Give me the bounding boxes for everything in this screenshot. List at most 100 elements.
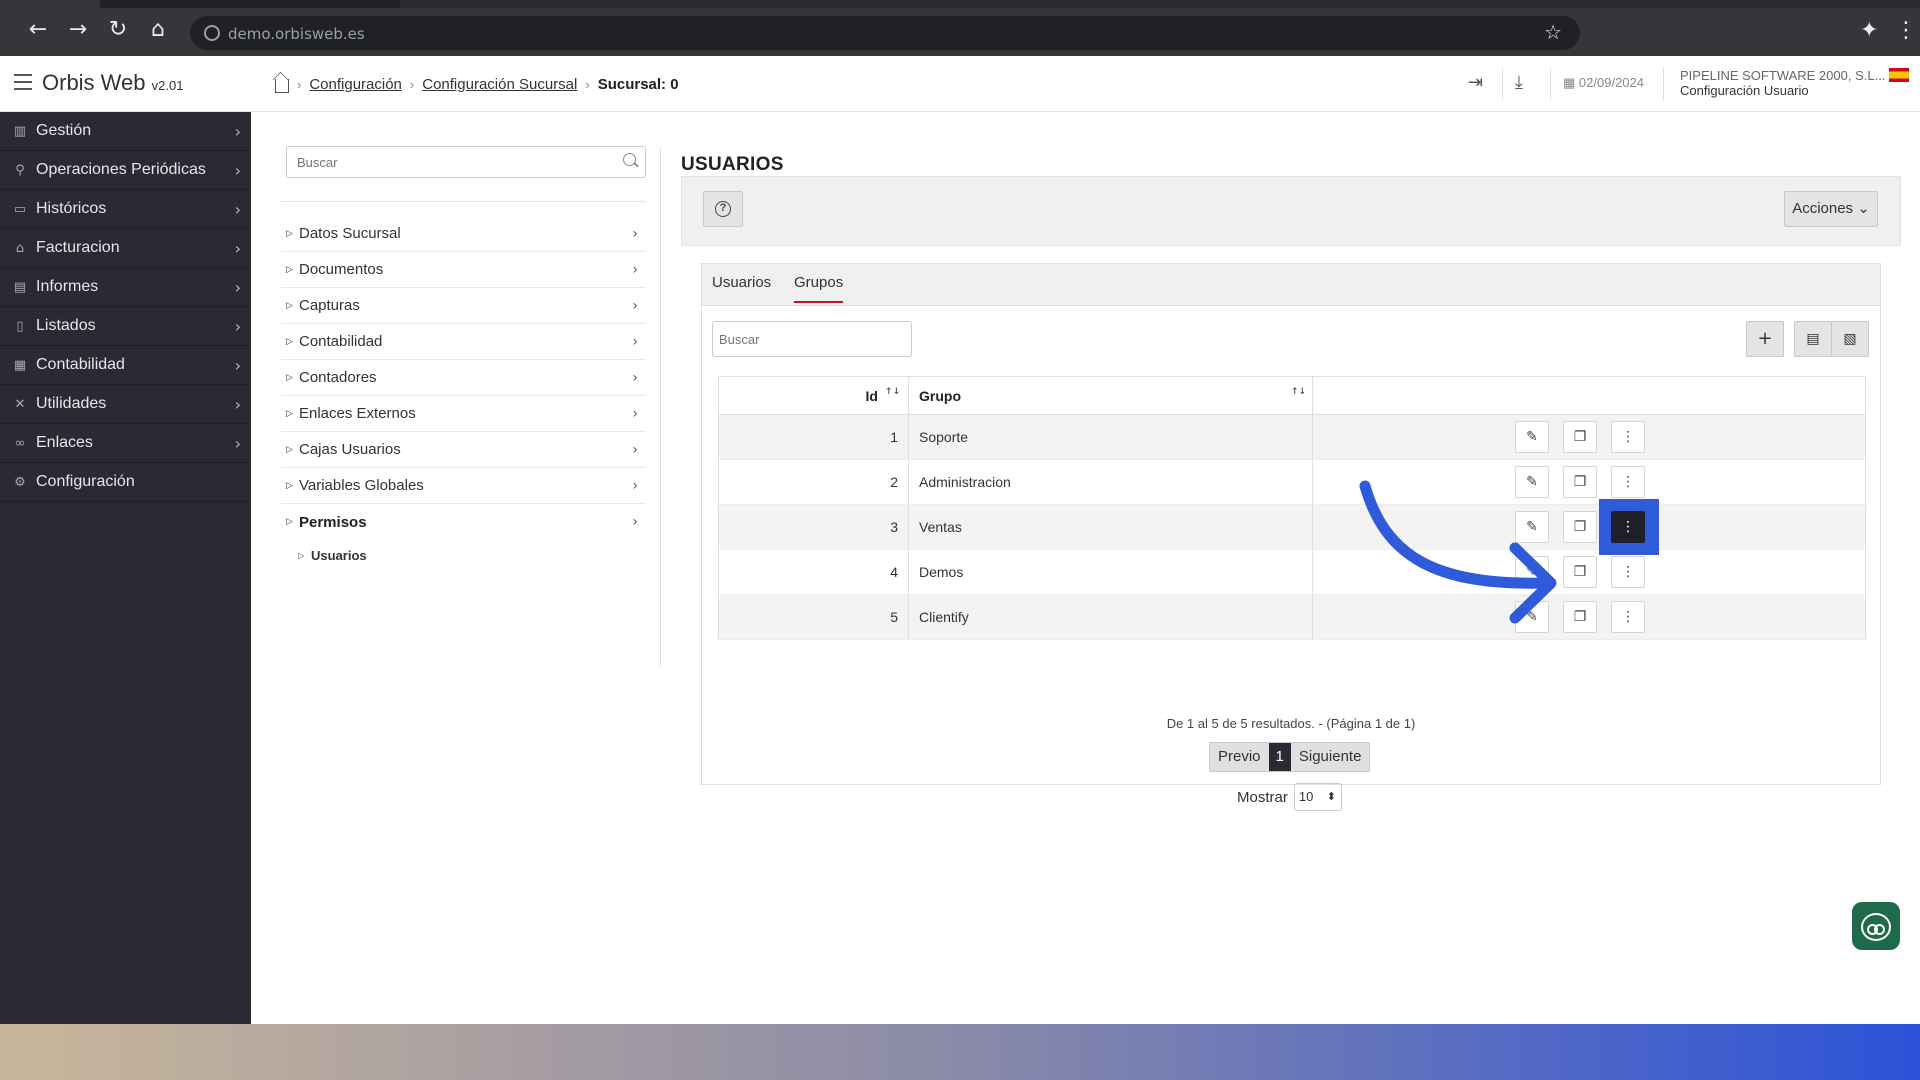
tab-grupos[interactable]: Grupos	[794, 274, 844, 303]
tree-item-documentos[interactable]: ▷ Documentos ›	[281, 252, 646, 288]
search-icon[interactable]	[623, 153, 636, 166]
chevron-right-icon: ›	[632, 405, 638, 422]
groups-search-input[interactable]	[712, 321, 912, 357]
extensions-icon[interactable]: ✦	[1860, 18, 1878, 43]
chevron-right-icon: ›	[234, 394, 241, 414]
table-row[interactable]: 4 Demos ✎ ❐ ⋮	[718, 549, 1866, 595]
more-options-icon[interactable]: ⋮	[1611, 466, 1645, 498]
date-display[interactable]: ▦ 02/09/2024	[1563, 75, 1644, 91]
edit-pencil-icon[interactable]: ✎	[1515, 421, 1549, 453]
help-button[interactable]: ?	[703, 191, 743, 227]
table-row[interactable]: 2 Administracion ✎ ❐ ⋮	[718, 459, 1866, 505]
tree-item-label: Variables Globales	[299, 477, 424, 494]
chevron-right-icon: ›	[632, 514, 638, 530]
export-excel-button[interactable]: ▤	[1794, 321, 1832, 357]
sidebar-item-informes[interactable]: ▤ Informes ›	[0, 268, 251, 307]
logout-icon[interactable]: ⇥	[1468, 72, 1483, 93]
copy-icon[interactable]: ❐	[1563, 421, 1597, 453]
column-header-label: Id	[865, 387, 878, 404]
breadcrumb-link-configuracion[interactable]: Configuración	[309, 76, 402, 93]
tree-item-enlaces-externos[interactable]: ▷ Enlaces Externos ›	[281, 396, 646, 432]
next-page-button[interactable]: Siguiente	[1291, 743, 1370, 771]
share-icon: ⚲	[15, 162, 25, 178]
tree-item-capturas[interactable]: ▷ Capturas ›	[281, 288, 646, 324]
browser-tab[interactable]	[0, 0, 100, 8]
table-header-row: Id ↑↓ Grupo ↑↓	[718, 376, 1866, 415]
sidebar-item-operaciones-periodicas[interactable]: ⚲ Operaciones Periódicas ›	[0, 151, 251, 190]
sidebar-item-label: Enlaces	[36, 434, 93, 451]
tree-item-datos-sucursal[interactable]: ▷ Datos Sucursal ›	[281, 216, 646, 252]
forward-icon[interactable]: →	[66, 18, 90, 42]
tree-search-input[interactable]	[286, 146, 646, 178]
sidebar-item-gestion[interactable]: ▥ Gestión ›	[0, 112, 251, 151]
table-row[interactable]: 3 Ventas ✎ ❐ ⋮	[718, 499, 1866, 555]
hamburger-menu-icon[interactable]	[14, 74, 32, 90]
browser-menu-icon[interactable]: ⋮	[1895, 18, 1917, 43]
download-icon[interactable]: ⤓	[1515, 72, 1523, 93]
sort-icon[interactable]: ↑↓	[885, 387, 900, 397]
copy-icon[interactable]: ❐	[1563, 466, 1597, 498]
more-options-icon[interactable]: ⋮	[1611, 511, 1645, 543]
sort-icon[interactable]: ↑↓	[1291, 387, 1306, 397]
breadcrumb-home-icon[interactable]	[275, 79, 289, 93]
tree-item-permisos[interactable]: ▷ Permisos ›	[281, 504, 646, 540]
url-text[interactable]: demo.orbisweb.es	[228, 25, 365, 43]
address-bar[interactable]: demo.orbisweb.es ☆	[190, 16, 1580, 50]
table-row[interactable]: 1 Soporte ✎ ❐ ⋮	[718, 414, 1866, 460]
chevron-right-icon: ›	[234, 277, 241, 297]
home-icon[interactable]: ⌂	[146, 18, 170, 42]
sidebar-item-historicos[interactable]: ▭ Históricos ›	[0, 190, 251, 229]
breadcrumb-link-configuracion-sucursal[interactable]: Configuración Sucursal	[422, 76, 577, 93]
cell-grupo: Clientify	[908, 594, 1313, 640]
add-group-button[interactable]: +	[1746, 321, 1784, 357]
more-options-icon[interactable]: ⋮	[1611, 556, 1645, 588]
sidebar-item-contabilidad[interactable]: ▦ Contabilidad ›	[0, 346, 251, 385]
reload-icon[interactable]: ↻	[106, 18, 130, 42]
user-config-link[interactable]: Configuración Usuario	[1680, 83, 1885, 98]
tree-item-contadores[interactable]: ▷ Contadores ›	[281, 360, 646, 396]
triangle-right-icon: ▷	[286, 372, 293, 383]
header-divider	[1550, 68, 1551, 100]
back-icon[interactable]: ←	[26, 18, 50, 42]
company-info[interactable]: PIPELINE SOFTWARE 2000, S.L... Configura…	[1680, 68, 1885, 98]
copy-icon[interactable]: ❐	[1563, 511, 1597, 543]
pagination: Previo 1 Siguiente	[1209, 742, 1371, 772]
spain-flag-icon[interactable]	[1889, 68, 1909, 82]
tree-item-contabilidad[interactable]: ▷ Contabilidad ›	[281, 324, 646, 360]
header-divider	[1502, 68, 1503, 100]
sidebar-item-configuracion[interactable]: ⚙ Configuración	[0, 463, 251, 502]
sidebar-item-facturacion[interactable]: ⌂ Facturacion ›	[0, 229, 251, 268]
site-info-icon[interactable]	[204, 25, 220, 41]
bookmark-star-icon[interactable]: ☆	[1544, 20, 1562, 44]
more-options-icon[interactable]: ⋮	[1611, 421, 1645, 453]
browser-tab-inactive[interactable]	[400, 0, 1920, 8]
export-pdf-button[interactable]: ▧	[1831, 321, 1869, 357]
sidebar-item-label: Gestión	[36, 122, 92, 139]
tree-subitem-usuarios[interactable]: ▷ Usuarios	[281, 540, 646, 570]
chart-icon: ▦	[13, 357, 27, 373]
chatbot-icon[interactable]	[1852, 902, 1900, 950]
page-size-select[interactable]: 10	[1293, 783, 1342, 811]
copy-icon[interactable]: ❐	[1563, 556, 1597, 588]
more-options-icon[interactable]: ⋮	[1611, 601, 1645, 633]
triangle-right-icon: ▷	[286, 264, 293, 275]
acciones-dropdown-button[interactable]: Acciones ⌄	[1784, 191, 1878, 227]
tree-item-cajas-usuarios[interactable]: ▷ Cajas Usuarios ›	[281, 432, 646, 468]
column-header-id[interactable]: Id ↑↓	[718, 376, 909, 415]
chevron-right-icon: ›	[234, 238, 241, 258]
table-row[interactable]: 5 Clientify ✎ ❐ ⋮	[718, 594, 1866, 640]
prev-page-button[interactable]: Previo	[1210, 743, 1269, 771]
sidebar-item-enlaces[interactable]: ∞ Enlaces ›	[0, 424, 251, 463]
copy-icon[interactable]: ❐	[1563, 601, 1597, 633]
tab-usuarios[interactable]: Usuarios	[712, 274, 771, 291]
app-header: Orbis Web v2.01 › Configuración › Config…	[0, 56, 1920, 112]
sidebar-item-utilidades[interactable]: ✕ Utilidades ›	[0, 385, 251, 424]
page-number-button[interactable]: 1	[1268, 743, 1291, 771]
chevron-right-icon: ›	[234, 316, 241, 336]
sidebar-item-listados[interactable]: ▯ Listados ›	[0, 307, 251, 346]
chevron-right-icon: ›	[234, 160, 241, 180]
breadcrumb-separator: ›	[409, 76, 415, 92]
tree-item-variables-globales[interactable]: ▷ Variables Globales ›	[281, 468, 646, 504]
company-name: PIPELINE SOFTWARE 2000, S.L...	[1680, 68, 1886, 83]
column-header-grupo[interactable]: Grupo ↑↓	[908, 376, 1313, 415]
